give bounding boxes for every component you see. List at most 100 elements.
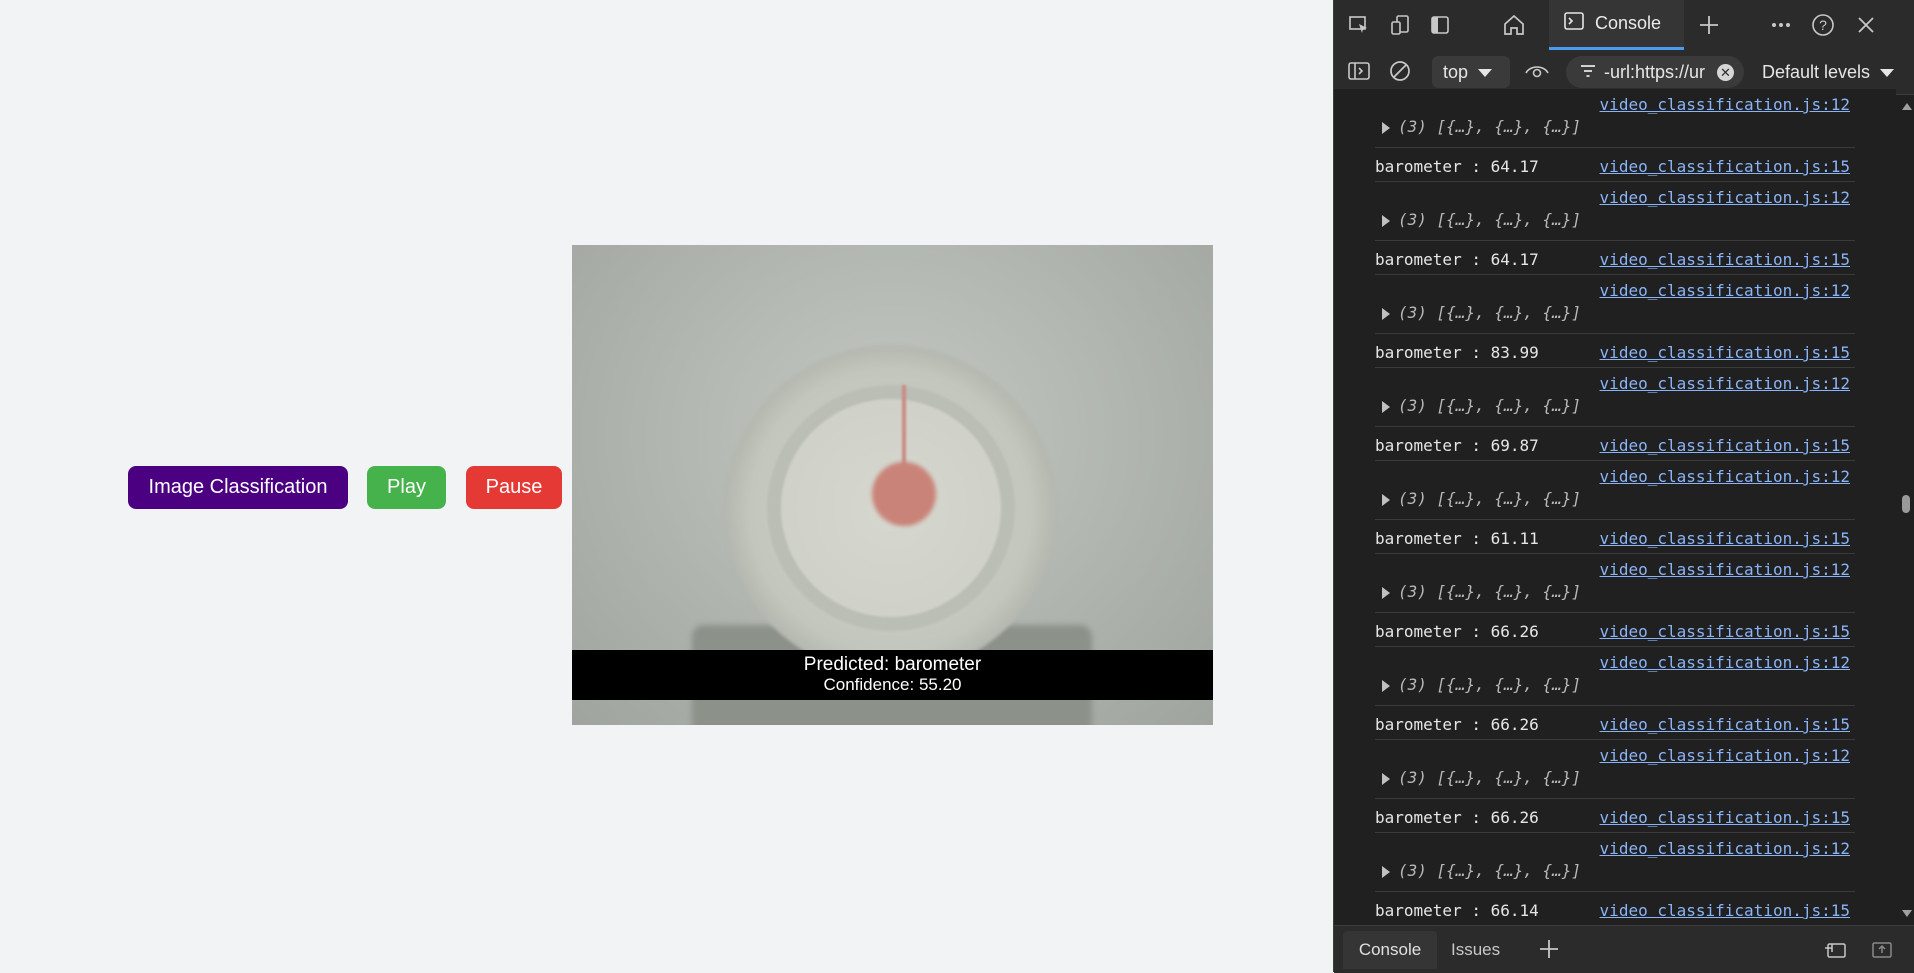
chevron-down-icon [1880,62,1895,83]
chevron-down-icon [1478,62,1493,83]
video-feed: Predicted: barometer Confidence: 55.20 [572,245,1213,725]
expand-triangle-icon[interactable] [1382,214,1390,227]
expand-triangle-icon[interactable] [1382,865,1390,878]
help-icon[interactable]: ? [1808,10,1838,40]
expandable-array[interactable]: (3) [{…}, {…}, {…}] [1382,117,1581,136]
source-link[interactable]: video_classification.js:15 [1600,808,1850,827]
array-preview: (3) [{…}, {…}, {…}] [1398,768,1582,787]
console-log-row: barometer : 66.26 video_classification.js… [1375,706,1855,740]
log-message: barometer : 61.11 [1375,529,1539,548]
live-expression-eye-icon[interactable] [1522,56,1552,86]
source-link[interactable]: video_classification.js:15 [1600,157,1850,176]
add-tab-icon[interactable] [1694,10,1724,40]
expand-triangle-icon[interactable] [1382,307,1390,320]
source-link[interactable]: video_classification.js:15 [1600,436,1850,455]
console-log-row: barometer : 66.26 video_classification.js… [1375,799,1855,833]
add-drawer-tab-icon[interactable] [1534,934,1564,964]
console-group-row: video_classification.js:12 (3) [{…}, {…},… [1375,647,1855,706]
dock-icon[interactable] [1425,10,1455,40]
home-icon[interactable] [1499,10,1529,40]
array-preview: (3) [{…}, {…}, {…}] [1398,489,1582,508]
expandable-array[interactable]: (3) [{…}, {…}, {…}] [1382,210,1581,229]
scrollbar-thumb[interactable] [1902,495,1910,513]
clear-console-icon[interactable] [1385,56,1415,86]
svg-text:?: ? [1819,17,1827,33]
expandable-array[interactable]: (3) [{…}, {…}, {…}] [1382,675,1581,694]
expand-triangle-icon[interactable] [1382,772,1390,785]
dock-drawer-icon[interactable] [1820,934,1850,964]
source-link[interactable]: video_classification.js:12 [1600,374,1850,393]
console-log-row: barometer : 66.26 video_classification.js… [1375,613,1855,647]
source-link[interactable]: video_classification.js:12 [1600,281,1850,300]
expandable-array[interactable]: (3) [{…}, {…}, {…}] [1382,768,1581,787]
expand-triangle-icon[interactable] [1382,121,1390,134]
console-group-row: video_classification.js:12 (3) [{…}, {…},… [1375,554,1855,613]
console-scrollbar[interactable] [1898,95,1914,925]
web-page: Image Classification Play Pause Predicte… [0,0,1333,972]
devtools-drawer: Console Issues [1334,925,1914,973]
console-group-row: video_classification.js:12 (3) [{…}, {…},… [1375,740,1855,799]
console-log-row: barometer : 66.14 video_classification.js… [1375,892,1855,919]
source-link[interactable]: video_classification.js:12 [1600,746,1850,765]
tab-console-label: Console [1595,13,1662,33]
array-preview: (3) [{…}, {…}, {…}] [1398,675,1582,694]
play-button[interactable]: Play [367,466,446,509]
expandable-array[interactable]: (3) [{…}, {…}, {…}] [1382,396,1581,415]
device-emulation-icon[interactable] [1385,10,1415,40]
log-levels-label: Default levels [1762,61,1871,82]
console-log-row: barometer : 64.17 video_classification.js… [1375,241,1855,275]
pause-button[interactable]: Pause [466,466,562,509]
expandable-array[interactable]: (3) [{…}, {…}, {…}] [1382,303,1581,322]
devtools-panel: Console ? top -url:https://ur ✕ Default … [1333,0,1914,973]
expand-triangle-icon[interactable] [1382,679,1390,692]
source-link[interactable]: video_classification.js:12 [1600,188,1850,207]
source-link[interactable]: video_classification.js:12 [1600,839,1850,858]
clear-filter-icon[interactable]: ✕ [1717,64,1734,81]
array-preview: (3) [{…}, {…}, {…}] [1398,861,1582,880]
expandable-array[interactable]: (3) [{…}, {…}, {…}] [1382,582,1581,601]
expandable-array[interactable]: (3) [{…}, {…}, {…}] [1382,861,1581,880]
log-message: barometer : 66.26 [1375,715,1539,734]
drawer-tab-issues[interactable]: Issues [1451,931,1500,969]
source-link[interactable]: video_classification.js:15 [1600,529,1850,548]
log-message: barometer : 66.26 [1375,622,1539,641]
scroll-up-arrow-icon[interactable] [1902,103,1912,110]
tab-console[interactable]: Console [1549,0,1684,50]
source-link[interactable]: video_classification.js:15 [1600,250,1850,269]
drawer-tab-console[interactable]: Console [1343,931,1437,969]
console-group-row: video_classification.js:12 (3) [{…}, {…},… [1375,833,1855,892]
sidebar-toggle-icon[interactable] [1344,56,1374,86]
array-preview: (3) [{…}, {…}, {…}] [1398,582,1582,601]
console-filter-input[interactable]: -url:https://ur ✕ [1566,56,1744,88]
console-output[interactable]: video_classification.js:12 (3) [{…}, {…},… [1334,89,1896,919]
source-link[interactable]: video_classification.js:15 [1600,343,1850,362]
source-link[interactable]: video_classification.js:12 [1600,95,1850,114]
confidence-label: Confidence: 55.20 [823,675,962,694]
close-icon[interactable] [1851,10,1881,40]
expandable-array[interactable]: (3) [{…}, {…}, {…}] [1382,489,1581,508]
more-icon[interactable] [1766,10,1796,40]
log-message: barometer : 66.26 [1375,808,1539,827]
expand-triangle-icon[interactable] [1382,586,1390,599]
image-classification-button[interactable]: Image Classification [128,466,348,509]
source-link[interactable]: video_classification.js:12 [1600,467,1850,486]
source-link[interactable]: video_classification.js:15 [1600,901,1850,919]
devtools-main-toolbar: Console ? [1334,0,1914,51]
context-selector[interactable]: top [1432,56,1510,88]
source-link[interactable]: video_classification.js:15 [1600,622,1850,641]
console-group-row: video_classification.js:12 (3) [{…}, {…},… [1375,89,1855,148]
expand-triangle-icon[interactable] [1382,493,1390,506]
source-link[interactable]: video_classification.js:12 [1600,653,1850,672]
array-preview: (3) [{…}, {…}, {…}] [1398,396,1582,415]
prediction-label: Predicted: barometer [803,654,982,675]
log-levels-dropdown[interactable]: Default levels [1762,56,1895,88]
inspect-icon[interactable] [1344,10,1374,40]
log-message: barometer : 66.14 [1375,901,1539,919]
source-link[interactable]: video_classification.js:15 [1600,715,1850,734]
expand-drawer-icon[interactable] [1867,934,1897,964]
console-group-row: video_classification.js:12 (3) [{…}, {…},… [1375,182,1855,241]
console-log-row: barometer : 61.11 video_classification.js… [1375,520,1855,554]
scroll-down-arrow-icon[interactable] [1902,910,1912,917]
source-link[interactable]: video_classification.js:12 [1600,560,1850,579]
expand-triangle-icon[interactable] [1382,400,1390,413]
